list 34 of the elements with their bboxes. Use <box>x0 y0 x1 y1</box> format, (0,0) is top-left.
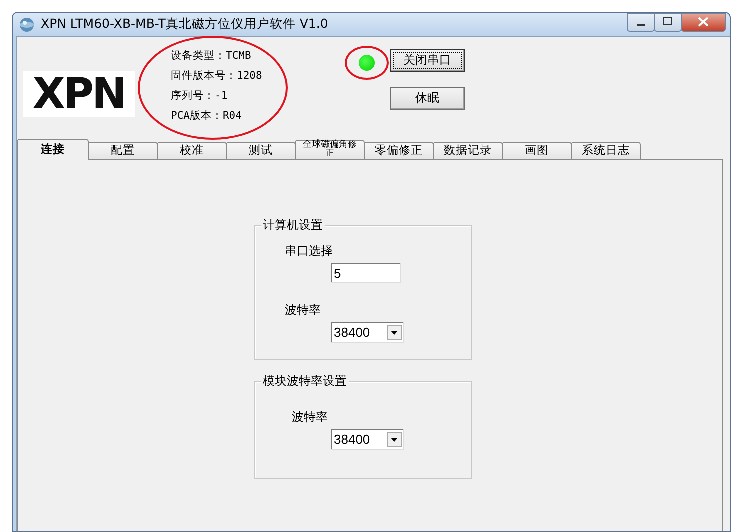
maximize-icon <box>664 18 672 26</box>
close-port-button[interactable]: 关闭串口 <box>390 49 465 72</box>
port-input-field[interactable]: 5 <box>331 263 401 283</box>
sleep-button[interactable]: 休眠 <box>390 87 465 110</box>
field-label: 波特率 <box>292 410 328 425</box>
tab[interactable]: 连接 <box>17 139 89 160</box>
tab[interactable]: 系统日志 <box>571 142 641 159</box>
tab[interactable]: 校准 <box>157 142 227 159</box>
app-icon <box>19 16 35 32</box>
dropdown-arrow-icon <box>391 438 398 442</box>
close-button[interactable] <box>681 13 726 32</box>
baud-rate-dropdown[interactable]: 38400 <box>331 322 404 343</box>
tab[interactable]: 零偏修正 <box>364 142 434 159</box>
close-icon <box>698 17 709 27</box>
device-info-text: 固件版本号：1208 <box>171 69 262 84</box>
device-info-text: 设备类型：TCMB <box>171 49 252 64</box>
minimize-button[interactable] <box>627 13 655 32</box>
dropdown-arrow-icon <box>391 330 398 334</box>
baud-rate-dropdown[interactable]: 38400 <box>331 429 404 450</box>
logo: XPN <box>23 71 135 117</box>
minimize-icon <box>637 24 645 26</box>
tab[interactable]: 画图 <box>502 142 572 159</box>
group-title: 计算机设置 <box>261 218 325 233</box>
device-info-text: PCA版本：R04 <box>171 109 242 124</box>
tab[interactable]: 测试 <box>226 142 296 159</box>
window-title: XPN LTM60-XB-MB-T真北磁方位仪用户软件 V1.0 <box>41 16 330 33</box>
tab[interactable]: 全球磁偏角修正 <box>295 140 365 159</box>
field-label: 波特率 <box>285 303 321 318</box>
tab[interactable]: 配置 <box>88 142 158 159</box>
tab[interactable]: 数据记录 <box>433 142 503 159</box>
device-info-text: 序列号：-1 <box>171 89 228 104</box>
maximize-button[interactable] <box>654 13 682 32</box>
field-label: 串口选择 <box>285 244 333 259</box>
group-title: 模块波特率设置 <box>261 374 349 389</box>
